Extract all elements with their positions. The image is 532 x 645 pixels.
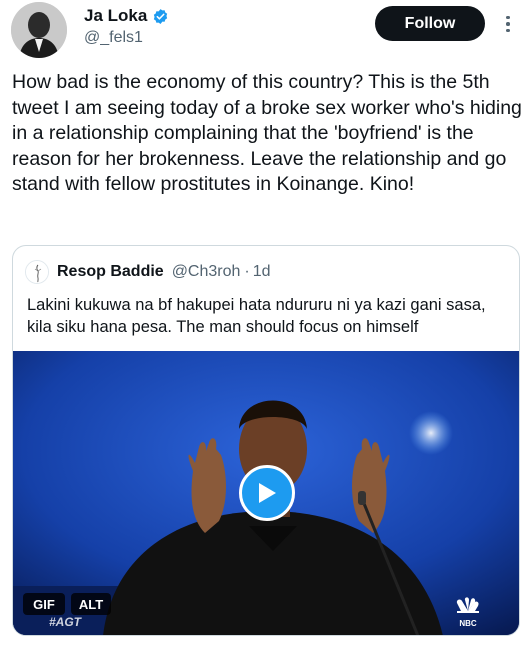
quoted-avatar-image <box>26 261 48 283</box>
author-handle[interactable]: @_fels1 <box>84 29 143 47</box>
quoted-tweet-header: Resop Baddie @Ch3roh · 1d <box>25 260 271 284</box>
follow-button[interactable]: Follow <box>375 6 485 41</box>
author-avatar[interactable] <box>11 2 67 58</box>
more-dot <box>506 15 510 20</box>
more-options-icon[interactable] <box>500 10 516 38</box>
quoted-separator: · <box>244 263 250 280</box>
nbc-logo-text: NBC <box>459 619 477 628</box>
quoted-handle[interactable]: @Ch3roh <box>172 263 241 281</box>
alt-text-button[interactable]: ALT <box>71 593 111 615</box>
author-name-row: Ja Loka <box>84 6 169 26</box>
tweet-header: Ja Loka @_fels1 Follow <box>0 0 532 66</box>
quoted-tweet[interactable]: Resop Baddie @Ch3roh · 1d Lakini kukuwa … <box>12 245 520 636</box>
quoted-display-name[interactable]: Resop Baddie <box>57 263 164 281</box>
video-hashtag-overlay: #AGT <box>49 615 82 629</box>
play-button[interactable] <box>239 465 295 521</box>
play-icon <box>259 483 276 503</box>
gif-badge: GIF <box>23 593 65 615</box>
avatar-image <box>11 2 67 58</box>
quoted-timestamp[interactable]: 1d <box>253 263 271 281</box>
nbc-logo: NBC <box>456 597 479 628</box>
tweet-text: How bad is the economy of this country? … <box>12 71 522 195</box>
more-dot <box>506 22 510 26</box>
author-display-name[interactable]: Ja Loka <box>84 6 147 26</box>
more-dot <box>506 28 510 33</box>
quoted-tweet-text: Lakini kukuwa na bf hakupei hata ndururu… <box>27 296 486 336</box>
quoted-author-avatar[interactable] <box>25 260 49 284</box>
verified-badge-icon <box>154 8 168 24</box>
quoted-media-gif[interactable]: GIF ALT #AGT NBC <box>13 351 519 635</box>
